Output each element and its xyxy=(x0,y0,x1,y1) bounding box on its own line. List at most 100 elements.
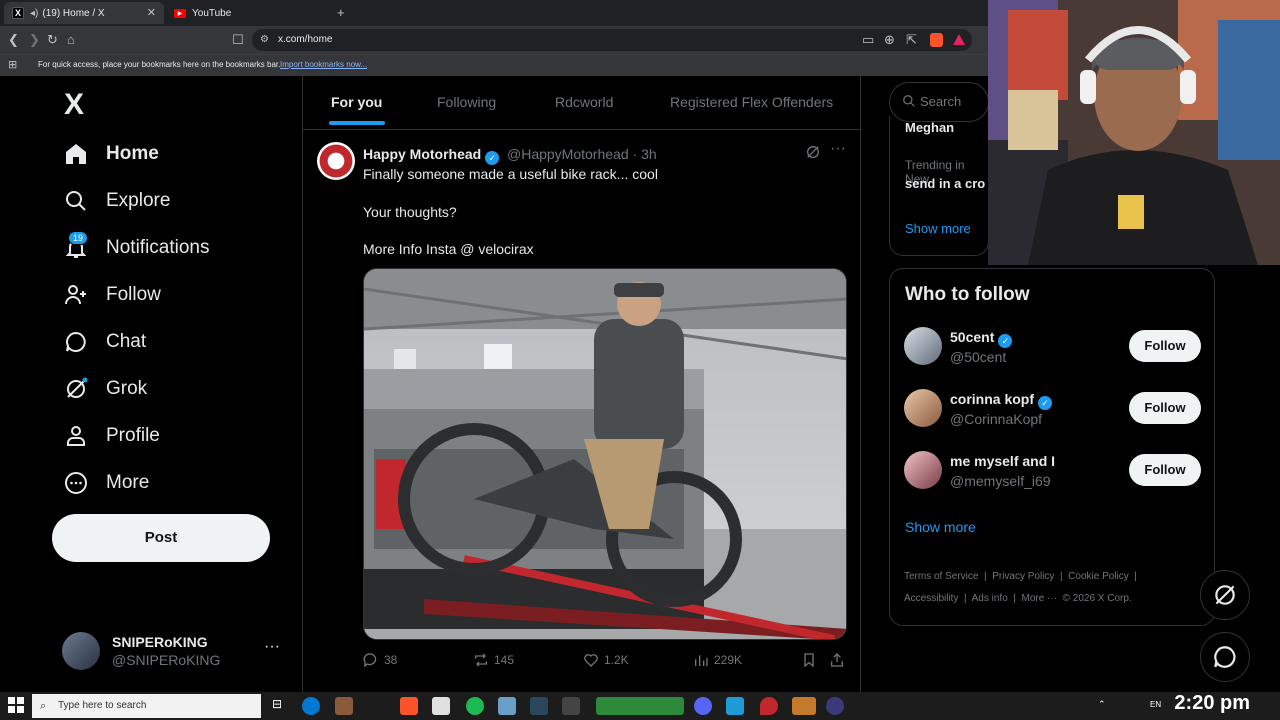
grok-floating-button[interactable] xyxy=(1200,570,1250,620)
nav-explore[interactable]: Explore xyxy=(62,181,170,221)
main-feed: For you Following Rdcworld Registered Fl… xyxy=(302,76,862,692)
back-icon[interactable]: ❮ xyxy=(8,32,19,48)
maps-pin-icon[interactable] xyxy=(760,697,778,715)
account-more-icon[interactable]: ··· xyxy=(264,638,280,656)
tweet-author-name[interactable]: Happy Motorhead ✓ xyxy=(363,146,500,165)
app-icon[interactable] xyxy=(826,697,844,715)
tab-for-you[interactable]: For you xyxy=(331,94,382,110)
tab-registered-flex-offenders[interactable]: Registered Flex Offenders xyxy=(670,94,833,110)
tweet-author-avatar[interactable] xyxy=(317,142,355,180)
tab-following[interactable]: Following xyxy=(437,94,496,110)
suggestion-name-text: corinna kopf xyxy=(950,391,1035,407)
reply-icon xyxy=(363,653,377,668)
views-button[interactable]: 229K xyxy=(693,652,742,668)
copyright: © 2026 X Corp. xyxy=(1062,593,1132,604)
browser-tab-youtube[interactable]: ▶ YouTube xyxy=(166,2,336,24)
avatar[interactable] xyxy=(904,327,942,365)
cookie-link[interactable]: Cookie Policy xyxy=(1068,571,1129,582)
trend-item-top[interactable]: Meghan xyxy=(905,120,954,135)
camera-icon[interactable] xyxy=(562,697,580,715)
taskbar-clock[interactable]: 2:20 pm xyxy=(1174,692,1250,715)
suggestion-name[interactable]: corinna kopf ✓ xyxy=(950,391,1053,410)
bookmark-icon[interactable]: ☐ xyxy=(232,32,244,48)
author-handle[interactable]: @HappyMotorhead xyxy=(507,146,629,162)
taskbar-search-input[interactable]: ⌕ Type here to search xyxy=(32,694,261,718)
nav-profile[interactable]: Profile xyxy=(62,416,160,456)
webcam-overlay xyxy=(988,0,1280,265)
avatar[interactable] xyxy=(904,389,942,427)
app-icon[interactable] xyxy=(498,697,516,715)
forward-icon[interactable]: ❯ xyxy=(29,32,40,48)
nav-grok[interactable]: Grok xyxy=(62,369,147,409)
home-icon[interactable]: ⌂ xyxy=(67,32,75,48)
app-icon[interactable] xyxy=(726,697,744,715)
task-view-icon[interactable]: ⊟ xyxy=(272,697,282,711)
post-button[interactable]: Post xyxy=(52,514,270,562)
tweet-text-line: More Info Insta @ velocirax xyxy=(363,241,534,257)
accessibility-link[interactable]: Accessibility xyxy=(904,593,958,604)
tweet-more-icon[interactable]: ··· xyxy=(830,140,846,158)
tweet-video[interactable] xyxy=(363,268,847,640)
steam-icon[interactable] xyxy=(530,697,548,715)
tray-language[interactable]: EN xyxy=(1150,700,1161,709)
brave-icon[interactable] xyxy=(400,697,418,715)
terms-link[interactable]: Terms of Service xyxy=(904,571,978,582)
zoom-icon[interactable]: ⊕ xyxy=(884,32,895,48)
messages-floating-button[interactable] xyxy=(1200,632,1250,682)
account-switcher[interactable]: SNIPERoKING @SNIPERoKING ··· xyxy=(62,630,292,674)
site-info-icon[interactable]: ⚙ xyxy=(260,29,269,51)
close-tab-icon[interactable]: ✕ xyxy=(147,6,156,19)
nav-chat[interactable]: Chat xyxy=(62,322,146,362)
suggestion-name[interactable]: me myself and I xyxy=(950,453,1055,469)
nav-home[interactable]: Home xyxy=(62,134,159,174)
spotify-icon[interactable] xyxy=(466,697,484,715)
app-icon[interactable] xyxy=(335,697,353,715)
brave-shield-icon[interactable] xyxy=(930,33,943,47)
more-icon xyxy=(62,469,90,497)
youtube-favicon-icon: ▶ xyxy=(174,8,186,18)
show-more-trends-link[interactable]: Show more xyxy=(905,221,971,236)
cast-icon[interactable]: ▭ xyxy=(862,32,874,48)
view-count: 229K xyxy=(714,653,743,667)
reload-icon[interactable]: ↻ xyxy=(47,32,58,48)
browser-tab-x[interactable]: X ◂) (19) Home / X ✕ xyxy=(4,2,164,24)
import-bookmarks-link[interactable]: Import bookmarks now... xyxy=(280,55,367,75)
app-icon[interactable] xyxy=(596,697,684,715)
nav-label: More xyxy=(106,472,150,493)
tab-rdcworld[interactable]: Rdcworld xyxy=(555,94,613,110)
follow-button-50cent[interactable]: Follow xyxy=(1129,330,1201,362)
bookmark-tweet-button[interactable] xyxy=(801,652,822,668)
privacy-link[interactable]: Privacy Policy xyxy=(992,571,1054,582)
grok-explain-icon[interactable] xyxy=(805,144,821,165)
brave-rewards-icon[interactable] xyxy=(953,34,965,45)
edge-icon[interactable] xyxy=(302,697,320,715)
like-button[interactable]: 1.2K xyxy=(583,652,629,668)
trend-title[interactable]: send in a cro xyxy=(905,176,985,191)
nav-follow[interactable]: Follow xyxy=(62,275,161,315)
tweet-time[interactable]: · 3h xyxy=(633,146,657,162)
x-logo[interactable]: X xyxy=(64,88,84,122)
discord-icon[interactable] xyxy=(694,697,712,715)
repost-icon xyxy=(475,653,487,667)
ads-info-link[interactable]: Ads info xyxy=(972,593,1008,604)
nav-more[interactable]: More xyxy=(62,463,149,503)
app-icon[interactable] xyxy=(792,697,816,715)
new-tab-button[interactable]: + xyxy=(337,5,345,20)
avatar[interactable] xyxy=(904,451,942,489)
follow-button-memyself[interactable]: Follow xyxy=(1129,454,1201,486)
show-more-follow-link[interactable]: Show more xyxy=(905,519,976,535)
search-input[interactable]: Search xyxy=(889,82,989,122)
reply-button[interactable]: 38 xyxy=(363,652,397,668)
more-link[interactable]: More ··· xyxy=(1022,593,1058,604)
apps-grid-icon[interactable]: ⊞ xyxy=(8,55,17,75)
windows-start-icon[interactable] xyxy=(8,697,24,713)
share-tweet-button[interactable] xyxy=(829,652,850,668)
tweet-text-line: Finally someone made a useful bike rack.… xyxy=(363,166,658,182)
account-handle: @SNIPERoKING xyxy=(112,652,221,668)
tray-chevron-icon[interactable]: ⌃ xyxy=(1098,699,1106,710)
repost-button[interactable]: 145 xyxy=(473,652,514,668)
suggestion-name[interactable]: 50cent ✓ xyxy=(950,329,1013,348)
store-icon[interactable] xyxy=(432,697,450,715)
follow-button-corinnakopf[interactable]: Follow xyxy=(1129,392,1201,424)
share-icon[interactable]: ⇱ xyxy=(906,32,917,48)
